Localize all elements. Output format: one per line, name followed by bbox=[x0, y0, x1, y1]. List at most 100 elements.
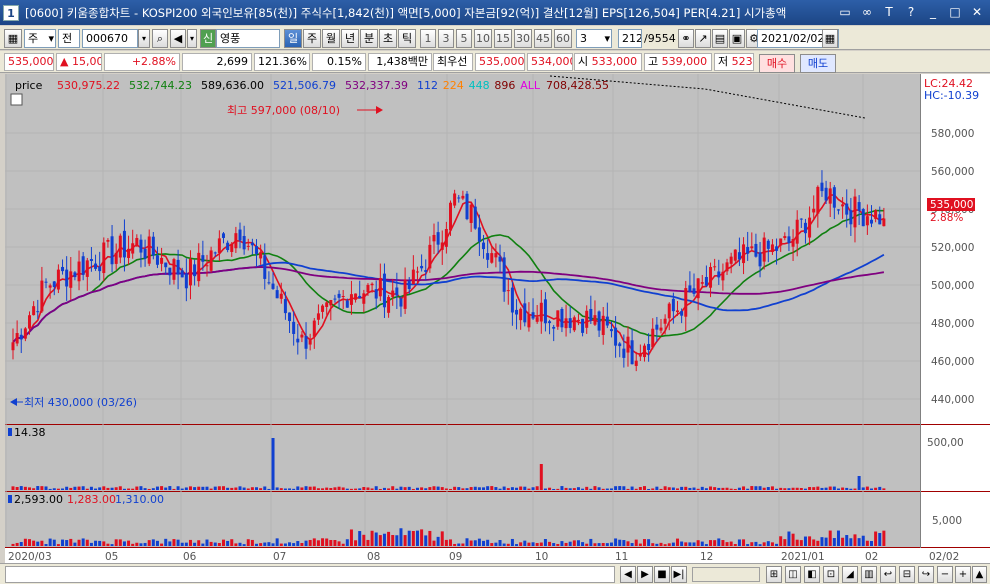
grid-menu-icon[interactable]: ▦ bbox=[4, 29, 22, 48]
hc-label: HC:-10.39 bbox=[924, 89, 979, 102]
search-icon[interactable]: ⌕ bbox=[152, 29, 168, 48]
calendar-icon[interactable]: ▦ bbox=[822, 29, 838, 48]
volume-bar bbox=[424, 488, 428, 490]
interval-input[interactable]: 3 ▾ bbox=[576, 29, 612, 48]
amount-bar bbox=[415, 530, 419, 546]
price-chart[interactable]: price 530,975.22 532,744.23 589,636.00 521,… bbox=[5, 74, 990, 564]
volume-bar bbox=[428, 487, 432, 490]
count-input[interactable]: 212 bbox=[618, 29, 642, 48]
period-select[interactable]: 주 ▾ bbox=[24, 29, 56, 48]
volume-bar bbox=[118, 486, 122, 490]
zoom-out-icon[interactable]: − bbox=[937, 566, 953, 583]
amount-bar bbox=[758, 544, 762, 546]
legend-table-icon[interactable] bbox=[10, 93, 23, 106]
chart-area[interactable]: price 530,975.22 532,744.23 589,636.00 521,… bbox=[5, 74, 990, 564]
volume-bar bbox=[857, 476, 861, 490]
period-day-button[interactable]: 일 bbox=[284, 29, 302, 48]
tool-icon-9[interactable]: ↪ bbox=[918, 566, 934, 583]
close-icon[interactable]: ✕ bbox=[968, 3, 986, 21]
tool-icon-4[interactable]: ⊡ bbox=[823, 566, 839, 583]
speaker-dropdown-icon[interactable]: ▾ bbox=[187, 29, 197, 48]
interval-1-button[interactable]: 1 bbox=[420, 29, 436, 48]
amount-bar bbox=[432, 540, 436, 546]
period-month-button[interactable]: 월 bbox=[322, 29, 340, 48]
lock-icon[interactable]: ▤ bbox=[712, 29, 728, 48]
amount-bar bbox=[349, 529, 353, 546]
candle-body bbox=[453, 193, 457, 206]
pin-icon[interactable]: T bbox=[880, 3, 898, 21]
period-tick-button[interactable]: 틱 bbox=[398, 29, 416, 48]
volume-bar bbox=[770, 486, 774, 490]
amount-bar bbox=[428, 530, 432, 546]
volume-bar bbox=[816, 486, 820, 490]
open-label: 시 bbox=[578, 55, 589, 68]
stock-code-input[interactable]: 000670 bbox=[82, 29, 138, 48]
interval-3-button[interactable]: 3 bbox=[438, 29, 454, 48]
interval-45-button[interactable]: 45 bbox=[534, 29, 552, 48]
zoom-slider[interactable] bbox=[692, 567, 760, 582]
stop-icon[interactable]: ■ bbox=[654, 566, 670, 583]
minimize-icon[interactable]: _ bbox=[924, 3, 942, 21]
amount-bar bbox=[750, 542, 754, 546]
candle-body bbox=[647, 344, 651, 351]
volume-bar bbox=[36, 486, 40, 490]
candle-body bbox=[36, 311, 40, 313]
volume-bar bbox=[560, 486, 564, 490]
fast-forward-icon[interactable]: ▶| bbox=[671, 566, 687, 583]
amount-bar bbox=[651, 543, 655, 546]
buy-button[interactable]: 매수 bbox=[759, 54, 795, 73]
interval-60-button[interactable]: 60 bbox=[554, 29, 572, 48]
period-minute-button[interactable]: 분 bbox=[360, 29, 378, 48]
volume-bar bbox=[746, 488, 750, 490]
amount-bar bbox=[576, 540, 580, 546]
volume-bar bbox=[77, 486, 81, 490]
tool-icon-7[interactable]: ↩ bbox=[880, 566, 896, 583]
save-icon[interactable]: ▣ bbox=[729, 29, 745, 48]
candle-body bbox=[234, 233, 238, 249]
tool-icon-6[interactable]: ▥ bbox=[861, 566, 877, 583]
period-second-button[interactable]: 초 bbox=[379, 29, 397, 48]
restore-icon[interactable]: ▭ bbox=[836, 3, 854, 21]
scroll-track[interactable] bbox=[5, 566, 615, 583]
amount-bar bbox=[453, 543, 457, 546]
period-year-button[interactable]: 년 bbox=[341, 29, 359, 48]
candle-body bbox=[828, 188, 832, 204]
amount-bar bbox=[861, 535, 865, 546]
candle-body bbox=[552, 326, 556, 329]
period-week-button[interactable]: 주 bbox=[303, 29, 321, 48]
chart-tool-icon[interactable]: ↗ bbox=[695, 29, 711, 48]
tool-icon-3[interactable]: ◧ bbox=[804, 566, 820, 583]
interval-5-button[interactable]: 5 bbox=[456, 29, 472, 48]
sell-button[interactable]: 매도 bbox=[800, 54, 836, 73]
volume-bar bbox=[548, 487, 552, 490]
volume-bar bbox=[395, 488, 399, 490]
tool-icon-8[interactable]: ⊟ bbox=[899, 566, 915, 583]
interval-10-button[interactable]: 10 bbox=[474, 29, 492, 48]
volume-bar bbox=[775, 488, 779, 490]
help-icon[interactable]: ? bbox=[902, 3, 920, 21]
amount-bar bbox=[36, 541, 40, 546]
amount-bar bbox=[560, 541, 564, 546]
scroll-left-icon[interactable]: ◀ bbox=[620, 566, 636, 583]
market-select[interactable]: 전 bbox=[58, 29, 80, 48]
tool-icon-1[interactable]: ⊞ bbox=[766, 566, 782, 583]
interval-30-button[interactable]: 30 bbox=[514, 29, 532, 48]
code-dropdown-icon[interactable]: ▾ bbox=[138, 29, 150, 48]
candle-body bbox=[535, 317, 539, 322]
speaker-icon[interactable]: ◀ bbox=[170, 29, 186, 48]
scroll-up-icon[interactable]: ▲ bbox=[972, 566, 987, 583]
link-icon[interactable]: ⚭ bbox=[678, 29, 694, 48]
chevron-down-icon: ▾ bbox=[48, 32, 54, 45]
amount-bar bbox=[704, 544, 708, 546]
link-icon[interactable]: ∞ bbox=[858, 3, 876, 21]
stock-name-field[interactable]: 영풍 bbox=[216, 29, 280, 48]
candle-body bbox=[729, 256, 733, 264]
amount-bar bbox=[209, 541, 213, 546]
tool-icon-5[interactable]: ◢ bbox=[842, 566, 858, 583]
scroll-right-icon[interactable]: ▶ bbox=[637, 566, 653, 583]
maximize-icon[interactable]: □ bbox=[946, 3, 964, 21]
interval-15-button[interactable]: 15 bbox=[494, 29, 512, 48]
volume-bar bbox=[593, 486, 597, 490]
zoom-in-icon[interactable]: + bbox=[955, 566, 971, 583]
tool-icon-2[interactable]: ◫ bbox=[785, 566, 801, 583]
